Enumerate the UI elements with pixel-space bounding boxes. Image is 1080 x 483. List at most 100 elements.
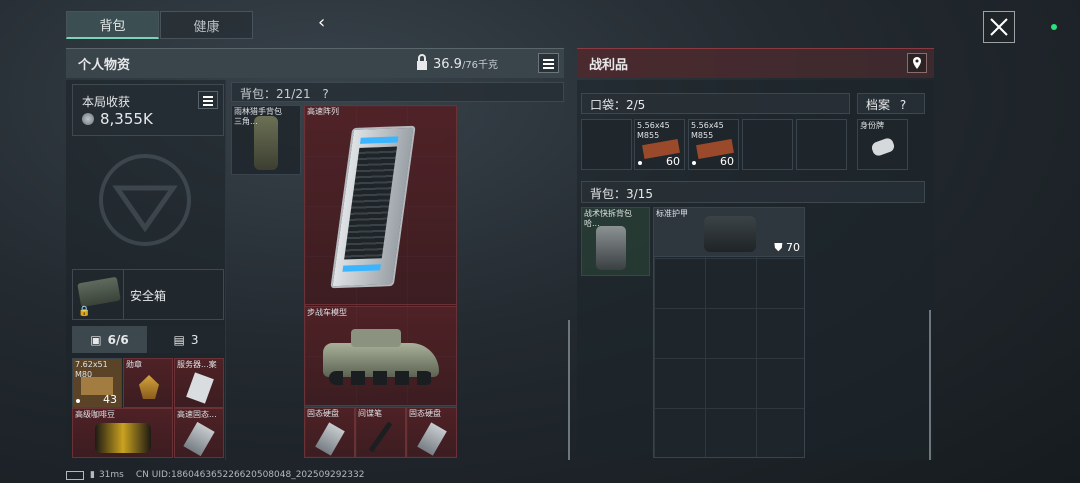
backpack-help-icon[interactable]: ?: [322, 87, 328, 101]
loot-backpack-equipped[interactable]: 战术快拆背包 哈...: [581, 207, 650, 276]
stack-dot: [692, 161, 696, 165]
loot-header: 战利品: [577, 48, 934, 78]
stash-item-ammo[interactable]: 7.62x51 M80 43: [72, 358, 122, 408]
safe-box-slot[interactable]: 🔒 安全箱: [72, 269, 224, 320]
stash-item-ssd[interactable]: 高速固态...: [174, 408, 224, 458]
weight-max: /76千克: [461, 60, 499, 71]
rack-icon: [344, 146, 398, 260]
pocket-slot-empty[interactable]: [742, 119, 793, 170]
stash-tab-card-label: 3: [190, 332, 199, 347]
loot-backpack-equipped-label: 战术快拆背包 哈...: [584, 209, 632, 228]
document-icon: [186, 372, 214, 404]
storage-array-icon: [330, 125, 416, 289]
collapse-arrow-icon[interactable]: ‹: [318, 12, 334, 33]
safe-box-label: 安全箱: [130, 289, 167, 303]
personal-title: 个人物资: [78, 58, 131, 73]
stack-dot: [76, 399, 80, 403]
backpack-header: 背包：21/21 ?: [231, 82, 564, 102]
safe-box-lock-icon: 🔒: [78, 306, 91, 317]
stash-item-ammo-count: 43: [103, 393, 117, 406]
backpack-item-ifv-label: 步战车模型: [307, 308, 347, 317]
stash-item-server-doc[interactable]: 服务器...案: [174, 358, 224, 408]
stack-dot: [638, 161, 642, 165]
backpack-item-pen[interactable]: 间谍笔: [355, 407, 406, 458]
safe-box-icon: [77, 276, 121, 308]
archive-help-icon[interactable]: ?: [900, 98, 906, 112]
armor-label: 标准护甲: [656, 209, 688, 218]
stash-tab-card[interactable]: ▤ 3: [148, 326, 224, 353]
backpack-equipped-label: 雨林猎手背包 三角...: [234, 107, 282, 126]
dogtag-label: 身份牌: [860, 121, 884, 130]
pocket-ammo2-count: 60: [720, 155, 734, 168]
stash-tab-case[interactable]: ▣ 6/6: [72, 326, 147, 353]
stash-item-medal[interactable]: 勋章: [123, 358, 173, 408]
stash-tab-case-label: 6/6: [107, 332, 129, 347]
stash-item-ammo-label: 7.62x51 M80: [75, 360, 108, 379]
backpack-equipped-slot[interactable]: 雨林猎手背包 三角...: [231, 105, 301, 175]
card-icon: ▤: [173, 332, 185, 347]
weight-readout: 36.9/76千克: [433, 56, 498, 72]
coffee-bag-icon: [95, 423, 151, 453]
footer-bar: ▮ 31ms CN UID:18604636522662050804​8_202…: [66, 468, 666, 482]
backpack-item-array-label: 高速阵列: [307, 107, 339, 116]
backpack-item-ssd1[interactable]: 固态硬盘: [304, 407, 355, 458]
shield-icon: ⛊: [774, 241, 783, 254]
stash-item-medal-label: 勋章: [126, 360, 142, 369]
pocket-slot-ammo1[interactable]: 5.56x45 M855 60: [634, 119, 685, 170]
stash-item-server-doc-label: 服务器...案: [177, 360, 217, 369]
armor-durability: ⛊ 70: [774, 241, 800, 255]
close-icon: [990, 18, 1008, 36]
right-scrollbar[interactable]: [929, 310, 931, 460]
armor-value: 70: [786, 241, 800, 254]
weight-lock-icon: [417, 54, 427, 70]
archive-slot-dogtag[interactable]: 身份牌: [857, 119, 908, 170]
stash-item-ssd-label: 高速固态...: [177, 410, 217, 419]
spy-pen-icon: [368, 421, 393, 453]
uid-readout: CN UID:18604636522662050804​8_2025092923…: [135, 470, 365, 480]
loot-item-armor[interactable]: 标准护甲 ⛊ 70: [653, 207, 805, 257]
pocket-ammo2-label: 5.56x45 M855: [691, 121, 724, 140]
armor-icon: [704, 216, 756, 252]
pocket-ammo1-count: 60: [666, 155, 680, 168]
close-button[interactable]: [983, 11, 1015, 43]
briefcase-icon: ▣: [90, 332, 102, 347]
signal-icon: ▮: [90, 470, 95, 480]
ssd-icon: [417, 422, 447, 456]
backpack-item-ssd2[interactable]: 固态硬盘: [406, 407, 457, 458]
ifv-wheels-icon: [329, 371, 433, 385]
dogtag-icon: [870, 136, 896, 158]
pocket-slot-empty[interactable]: [796, 119, 847, 170]
left-scrollbar[interactable]: [568, 320, 570, 460]
led-strip: [359, 136, 399, 144]
earnings-value: 8,355K: [100, 110, 153, 128]
loot-backpack-count: 背包：3/15: [590, 187, 653, 201]
backpack-item-ssd2-label: 固态硬盘: [409, 409, 441, 418]
battery-icon: [66, 470, 84, 480]
stash-item-coffee[interactable]: 高级咖啡豆: [72, 408, 173, 458]
earnings-label: 本局收获: [82, 95, 131, 109]
ssd-icon: [315, 422, 345, 456]
pocket-slot-empty[interactable]: [581, 119, 632, 170]
coin-icon: [82, 113, 94, 125]
pocket-slot-ammo2[interactable]: 5.56x45 M855 60: [688, 119, 739, 170]
earnings-list-button[interactable]: [198, 91, 218, 109]
tab-backpack-label: 背包: [99, 19, 126, 34]
pocket-header: 口袋：2/5: [581, 93, 850, 114]
tab-backpack[interactable]: 背包: [66, 11, 159, 39]
ifv-turret-icon: [351, 329, 401, 347]
map-marker-button[interactable]: [907, 53, 927, 73]
pocket-ammo1-label: 5.56x45 M855: [637, 121, 670, 140]
tab-health-label: 健康: [193, 19, 220, 35]
led-strip: [342, 264, 381, 272]
backpack-item-array[interactable]: 高速阵列: [304, 105, 457, 305]
tactical-backpack-icon: [596, 226, 626, 270]
pocket-count: 口袋：2/5: [590, 98, 646, 112]
backpack-item-ssd1-label: 固态硬盘: [307, 409, 339, 418]
backpack-item-ifv[interactable]: 步战车模型: [304, 306, 457, 406]
faction-emblem-icon: [99, 154, 191, 246]
stash-item-coffee-label: 高级咖啡豆: [75, 410, 115, 419]
sort-list-button[interactable]: [538, 53, 559, 73]
tab-health[interactable]: 健康: [160, 11, 253, 39]
ssd-icon: [183, 421, 215, 457]
list-icon: [543, 59, 554, 69]
